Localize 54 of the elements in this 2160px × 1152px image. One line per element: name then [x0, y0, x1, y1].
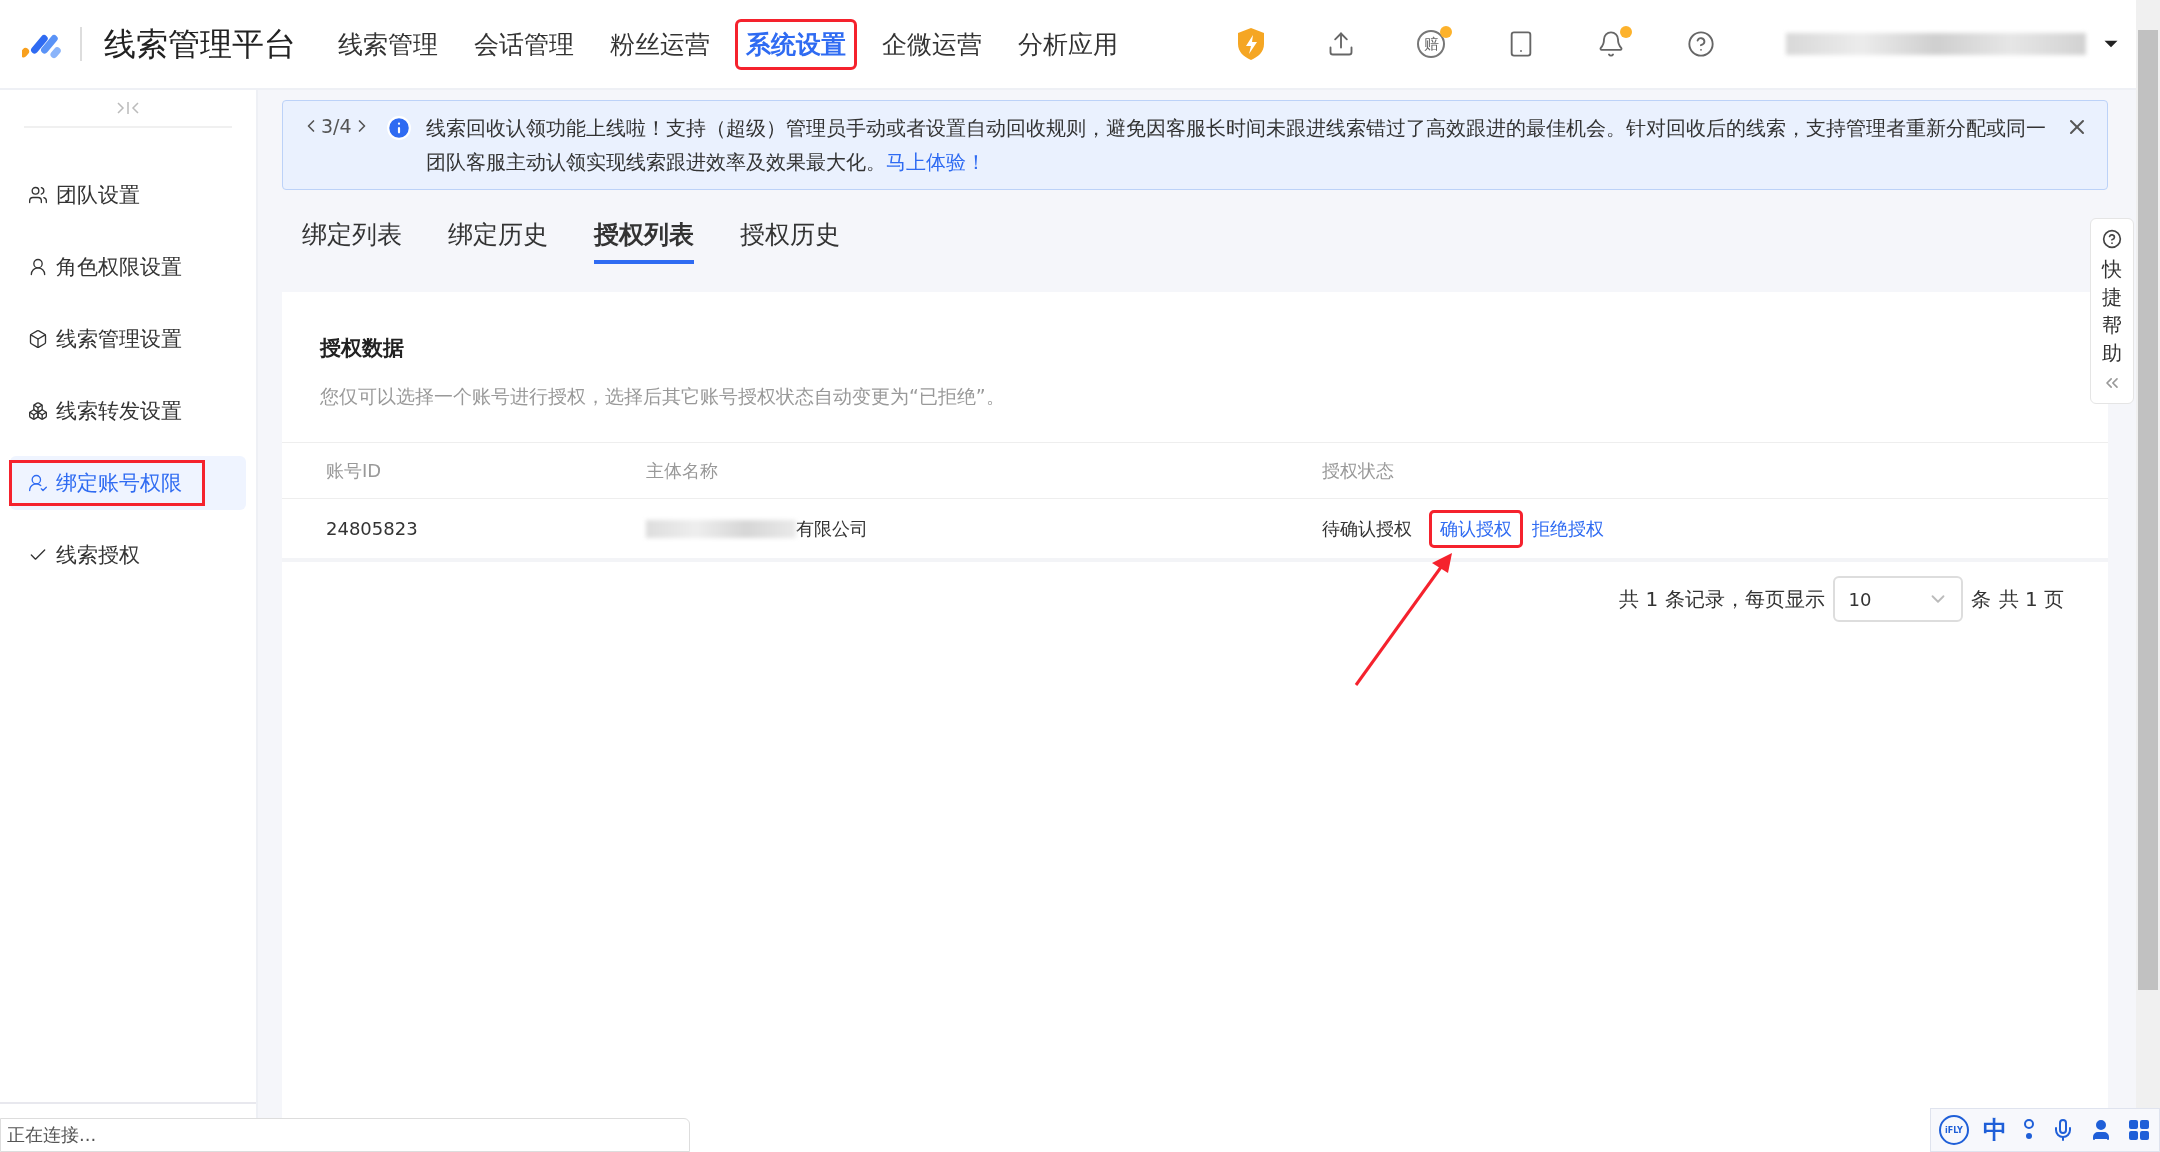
help-icon	[1687, 30, 1715, 58]
tab[interactable]: 授权列表	[594, 218, 694, 264]
action-link[interactable]: 确认授权	[1432, 512, 1520, 545]
sidebar-item[interactable]: 线索转发设置	[10, 384, 246, 438]
help-icon	[2102, 229, 2122, 249]
punctuation-icon[interactable]	[2021, 1118, 2037, 1142]
action-link[interactable]: 拒绝授权	[1524, 512, 1612, 545]
ime-logo: iFLY	[1939, 1115, 1969, 1145]
sidebar-item[interactable]: 线索管理设置	[10, 312, 246, 366]
card-description: 您仅可以选择一个账号进行授权，选择后其它账号授权状态自动变更为“已拒绝”。	[319, 384, 1006, 409]
column-header: 主体名称	[646, 458, 719, 483]
page-count: 共 1 页	[1998, 585, 2064, 613]
nav-tab[interactable]: 会话管理	[466, 21, 582, 67]
nav-tab[interactable]: 分析应用	[1010, 21, 1126, 67]
page-size-unit: 条	[1970, 585, 1991, 613]
tab[interactable]: 绑定历史	[448, 218, 548, 264]
app-title: 线索管理平台	[80, 27, 296, 61]
scrollbar-thumb[interactable]	[2138, 30, 2158, 990]
toolbar-button[interactable]: 赔	[1386, 22, 1476, 66]
page-counter: 3/4	[321, 115, 352, 137]
status-text: 待确认授权	[1322, 516, 1412, 541]
record-count: 共 1 条记录，每页显示	[1619, 585, 1825, 613]
tab[interactable]: 授权历史	[740, 218, 840, 264]
shield-icon	[1236, 27, 1266, 61]
quick-help-label: 快捷帮助	[2102, 256, 2122, 367]
quick-help-panel[interactable]: 快捷帮助	[2090, 218, 2134, 404]
nav-tab[interactable]: 企微运营	[874, 21, 990, 67]
table-cell: 有限公司	[796, 516, 868, 541]
table-cell-text: 24805823	[326, 518, 419, 539]
people-icon	[28, 185, 48, 205]
status-text: 正在连接...	[0, 1118, 690, 1152]
nav-tab[interactable]: 线索管理	[330, 21, 446, 67]
info-icon	[385, 115, 412, 141]
boxes-icon	[28, 401, 48, 421]
person-icon	[28, 257, 48, 277]
announcement-text: 线索回收认领功能上线啦！支持（超级）管理员手动或者设置自动回收规则，避免因客服长时间未跟进线索错过了高效跟进的最佳机会。针对回收后的线索，支持管理者重新分配或同一团队客服主动认领实现线索跟进效率及效果最大化。马上体验！	[425, 115, 2047, 176]
sidebar-item[interactable]: 线索授权	[10, 528, 246, 582]
bell-icon	[1597, 30, 1625, 58]
person-icon	[28, 473, 48, 493]
upload-icon	[1327, 30, 1355, 58]
nav-tab[interactable]: 系统设置	[738, 21, 854, 67]
try-now-link[interactable]: 马上体验！	[885, 150, 986, 174]
page-size-select[interactable]: 10	[1832, 576, 1963, 622]
input-mode-button[interactable]: 中	[1983, 1114, 2007, 1146]
column-header: 账号ID	[326, 458, 383, 483]
nav-tab[interactable]: 粉丝运营	[602, 21, 718, 67]
sidebar-item[interactable]: 绑定账号权限	[10, 456, 246, 510]
sidebar-item[interactable]: 团队设置	[10, 168, 246, 222]
sidebar-item[interactable]: 角色权限设置	[10, 240, 246, 294]
cube-icon	[28, 329, 48, 349]
grid-icon[interactable]	[2127, 1118, 2151, 1142]
column-header: 授权状态	[1322, 458, 1395, 483]
tab[interactable]: 绑定列表	[302, 218, 402, 264]
card-title: 授权数据	[318, 335, 405, 362]
